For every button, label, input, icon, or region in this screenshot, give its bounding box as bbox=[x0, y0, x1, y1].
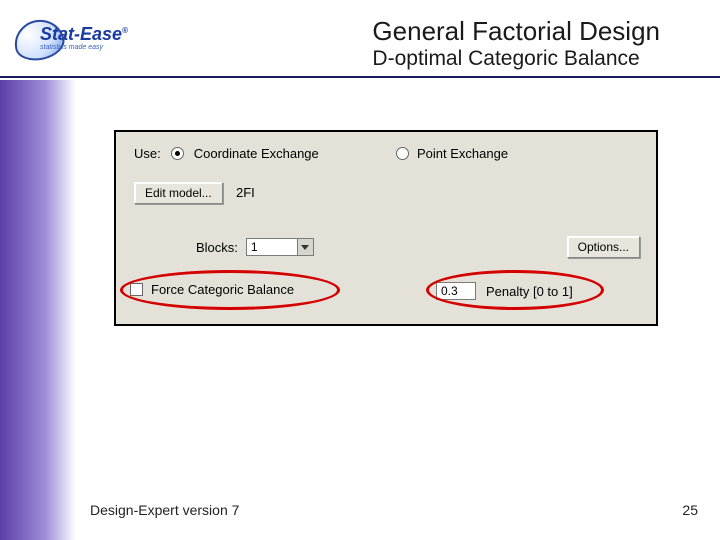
force-categoric-balance-label: Force Categoric Balance bbox=[151, 282, 294, 297]
sidebar-gradient bbox=[0, 80, 76, 540]
blocks-combo[interactable]: 1 bbox=[246, 238, 314, 256]
options-button[interactable]: Options... bbox=[567, 236, 640, 258]
logo-brand-text: Stat-Ease bbox=[40, 24, 122, 44]
blocks-label: Blocks: bbox=[196, 240, 238, 255]
footer-product: Design-Expert version 7 bbox=[90, 502, 239, 518]
force-categoric-balance-checkbox[interactable] bbox=[130, 283, 143, 296]
radio-point-exchange[interactable] bbox=[396, 147, 409, 160]
model-label: 2FI bbox=[236, 185, 255, 200]
logo-reg: ® bbox=[122, 26, 128, 35]
radio-coordinate-exchange-label: Coordinate Exchange bbox=[194, 146, 319, 161]
page-title: General Factorial Design bbox=[372, 16, 660, 47]
penalty-input[interactable]: 0.3 bbox=[436, 282, 476, 300]
radio-point-exchange-label: Point Exchange bbox=[417, 146, 508, 161]
edit-model-button[interactable]: Edit model... bbox=[134, 182, 223, 204]
blocks-value[interactable]: 1 bbox=[246, 238, 298, 256]
logo-brand: Stat-Ease® bbox=[40, 24, 128, 45]
logo: Stat-Ease® statistics made easy bbox=[14, 18, 134, 62]
page-subtitle: D-optimal Categoric Balance bbox=[372, 47, 660, 71]
chevron-down-icon[interactable] bbox=[298, 238, 314, 256]
logo-tagline: statistics made easy bbox=[40, 44, 103, 51]
page-number: 25 bbox=[682, 502, 698, 518]
use-label: Use: bbox=[134, 146, 161, 161]
radio-coordinate-exchange[interactable] bbox=[171, 147, 184, 160]
dialog-panel: Use: Coordinate Exchange Point Exchange … bbox=[114, 130, 658, 326]
penalty-label: Penalty [0 to 1] bbox=[486, 284, 573, 299]
